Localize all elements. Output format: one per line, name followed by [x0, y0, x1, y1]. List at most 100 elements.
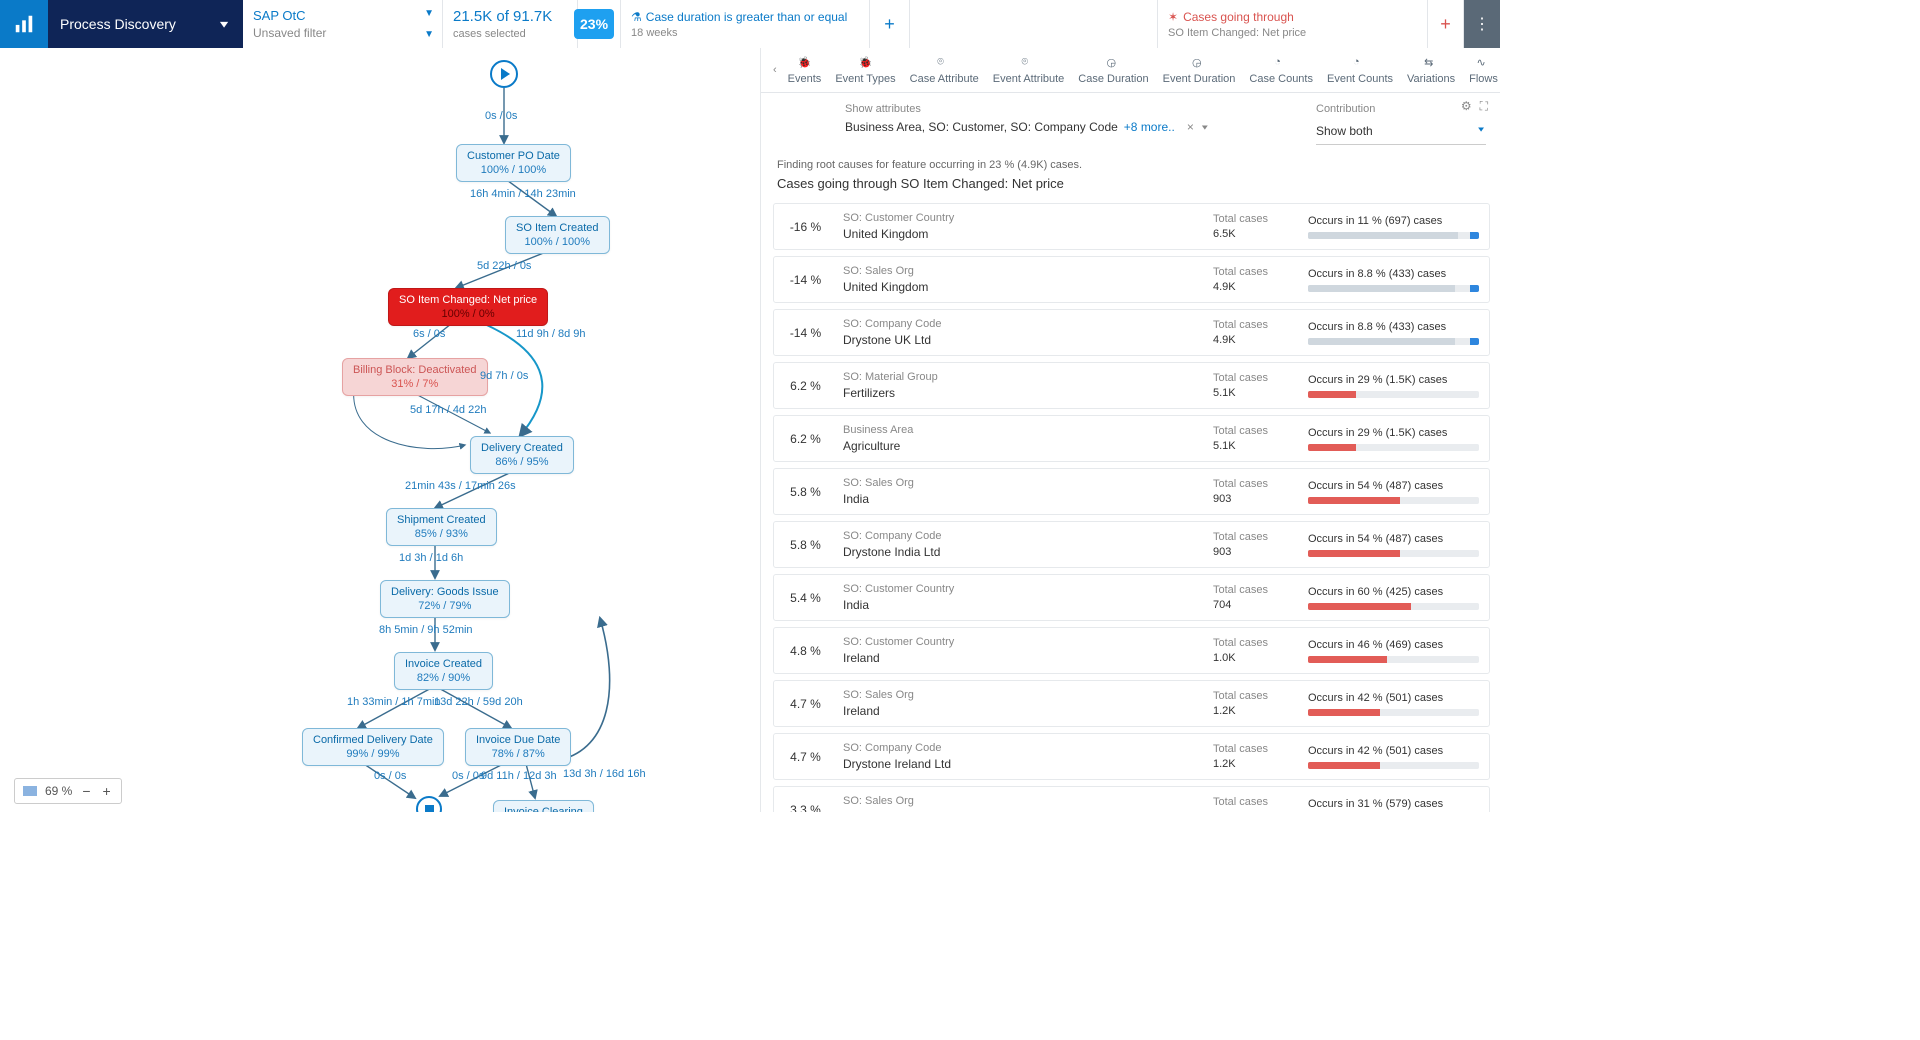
analysis-panel: ‹ 🐞Events 🐞Event Types ⌾Case Attribute ⌾…: [760, 48, 1500, 812]
rc-attr: SO: Sales Org: [843, 795, 1203, 807]
root-cause-row[interactable]: 4.7 %SO: Sales OrgIrelandTotal cases1.2K…: [773, 680, 1490, 727]
rc-pct: 6.2 %: [778, 432, 833, 446]
duration-icon: ◶: [1106, 56, 1120, 70]
node-shipment-created[interactable]: Shipment Created85% / 93%: [386, 508, 497, 546]
rc-occurrence: Occurs in 60 % (425) cases: [1308, 586, 1479, 598]
node-confirmed-delivery-date[interactable]: Confirmed Delivery Date99% / 99%: [302, 728, 444, 766]
tab-event-counts[interactable]: ◔Event Counts: [1320, 48, 1400, 92]
filter-icon: ⚗: [631, 10, 642, 24]
root-cause-row[interactable]: -14 %SO: Sales OrgUnited KingdomTotal ca…: [773, 256, 1490, 303]
panel-tabs: ‹ 🐞Events 🐞Event Types ⌾Case Attribute ⌾…: [761, 48, 1500, 93]
rc-attr: SO: Company Code: [843, 318, 1203, 330]
event-attr-icon: ⌾: [1022, 56, 1036, 70]
rc-feature-name: Cases going through SO Item Changed: Net…: [777, 176, 1484, 191]
node-delivery-created[interactable]: Delivery Created86% / 95%: [470, 436, 574, 474]
rc-pct: 4.8 %: [778, 644, 833, 658]
tab-event-attribute[interactable]: ⌾Event Attribute: [986, 48, 1072, 92]
root-cause-row[interactable]: 6.2 %SO: Material GroupFertilizersTotal …: [773, 362, 1490, 409]
variations-icon: ⇆: [1424, 56, 1438, 70]
root-causes-list[interactable]: -16 %SO: Customer CountryUnited KingdomT…: [761, 203, 1500, 812]
edge-label: 8h 5min / 9h 52min: [379, 624, 473, 636]
filter-chip-duration[interactable]: ⚗Case duration is greater than or equal …: [620, 0, 870, 48]
dataset-selector[interactable]: SAP OtC Unsaved filter ▼ ▼: [243, 0, 443, 48]
start-node[interactable]: [490, 60, 518, 88]
selection-chip[interactable]: ✶Cases going through SO Item Changed: Ne…: [1158, 0, 1428, 48]
root-cause-row[interactable]: -16 %SO: Customer CountryUnited KingdomT…: [773, 203, 1490, 250]
event-types-icon: 🐞: [858, 56, 872, 70]
edge-label: 0s / 0s: [452, 770, 484, 782]
node-invoice-due-date[interactable]: Invoice Due Date78% / 87%: [465, 728, 571, 766]
edge-label: 5d 17h / 4d 22h: [410, 404, 486, 416]
rc-total-value: 1.8K: [1213, 811, 1298, 812]
root-cause-row[interactable]: 3.3 %SO: Sales OrgItalyTotal cases1.8KOc…: [773, 786, 1490, 812]
tab-variations[interactable]: ⇆Variations: [1400, 48, 1462, 92]
edge-label: 5d 22h / 0s: [477, 260, 531, 272]
attr-label: Show attributes: [845, 103, 1276, 115]
rc-attr: SO: Company Code: [843, 530, 1203, 542]
rc-value: Italy: [843, 810, 1203, 812]
tab-events[interactable]: 🐞Events: [781, 48, 829, 92]
node-so-item-changed-net-price[interactable]: SO Item Changed: Net price100% / 0%: [388, 288, 548, 326]
rc-attr: SO: Material Group: [843, 371, 1203, 383]
add-selection-button[interactable]: +: [1428, 0, 1464, 48]
root-cause-row[interactable]: 5.8 %SO: Sales OrgIndiaTotal cases903Occ…: [773, 468, 1490, 515]
node-billing-block-deactivated[interactable]: Billing Block: Deactivated31% / 7%: [342, 358, 488, 396]
rc-occurrence: Occurs in 29 % (1.5K) cases: [1308, 374, 1479, 386]
tab-event-types[interactable]: 🐞Event Types: [828, 48, 902, 92]
chevron-down-icon: ▼: [424, 8, 434, 19]
process-canvas[interactable]: 0s / 0s Customer PO Date100% / 100% 16h …: [0, 48, 760, 812]
root-cause-row[interactable]: 4.8 %SO: Customer CountryIrelandTotal ca…: [773, 627, 1490, 674]
edge-label: 16h 4min / 14h 23min: [470, 188, 576, 200]
rc-occurrence: Occurs in 11 % (697) cases: [1308, 215, 1479, 227]
rc-bar: [1308, 232, 1479, 239]
root-cause-row[interactable]: 5.8 %SO: Company CodeDrystone India LtdT…: [773, 521, 1490, 568]
root-cause-row[interactable]: 6.2 %Business AreaAgricultureTotal cases…: [773, 415, 1490, 462]
expand-icon[interactable]: ⛶: [1480, 99, 1488, 114]
tab-flows[interactable]: ∿Flows: [1462, 48, 1500, 92]
node-customer-po[interactable]: Customer PO Date100% / 100%: [456, 144, 571, 182]
more-menu-button[interactable]: ⋮: [1464, 0, 1500, 48]
contrib-selector[interactable]: Show both ▼: [1316, 120, 1486, 145]
tab-event-duration[interactable]: ◶Event Duration: [1156, 48, 1243, 92]
rc-occurrence: Occurs in 8.8 % (433) cases: [1308, 321, 1479, 333]
tab-case-duration[interactable]: ◶Case Duration: [1071, 48, 1155, 92]
page-title-dropdown[interactable]: Process Discovery ▼: [48, 0, 243, 48]
rc-total-label: Total cases: [1213, 531, 1298, 543]
clear-attr-icon[interactable]: ×: [1187, 120, 1194, 134]
rc-value: Drystone UK Ltd: [843, 333, 1203, 347]
case-attr-icon: ⌾: [937, 56, 951, 70]
rc-value: Ireland: [843, 704, 1203, 718]
rc-value: Drystone Ireland Ltd: [843, 757, 1203, 771]
root-cause-row[interactable]: -14 %SO: Company CodeDrystone UK LtdTota…: [773, 309, 1490, 356]
brand-logo[interactable]: [0, 0, 48, 48]
node-invoice-created[interactable]: Invoice Created82% / 90%: [394, 652, 493, 690]
zoom-in-button[interactable]: +: [101, 783, 113, 799]
rc-attr: SO: Customer Country: [843, 636, 1203, 648]
zoom-control: 69 % − +: [14, 778, 122, 804]
root-cause-row[interactable]: 4.7 %SO: Company CodeDrystone Ireland Lt…: [773, 733, 1490, 780]
rc-occurrence: Occurs in 54 % (487) cases: [1308, 480, 1479, 492]
rc-total-label: Total cases: [1213, 372, 1298, 384]
page-title: Process Discovery: [60, 16, 176, 32]
zoom-out-button[interactable]: −: [80, 783, 92, 799]
rc-value: Ireland: [843, 651, 1203, 665]
rc-total-label: Total cases: [1213, 743, 1298, 755]
edge-label: 9d 11h / 12d 3h: [481, 770, 557, 782]
attr-selector[interactable]: Business Area, SO: Customer, SO: Company…: [845, 120, 1276, 134]
rc-value: United Kingdom: [843, 280, 1203, 294]
tab-case-counts[interactable]: ◔Case Counts: [1242, 48, 1320, 92]
rc-bar: [1308, 497, 1479, 504]
rc-occurrence: Occurs in 29 % (1.5K) cases: [1308, 427, 1479, 439]
edge-label: 1d 3h / 1d 6h: [399, 552, 463, 564]
rc-total-value: 5.1K: [1213, 387, 1298, 399]
settings-icon[interactable]: ⚙: [1461, 99, 1472, 114]
rc-attr: SO: Sales Org: [843, 265, 1203, 277]
rc-attr: SO: Company Code: [843, 742, 1203, 754]
node-invoice-clearing[interactable]: Invoice Clearing: [493, 800, 594, 812]
root-cause-row[interactable]: 5.4 %SO: Customer CountryIndiaTotal case…: [773, 574, 1490, 621]
node-delivery-goods-issue[interactable]: Delivery: Goods Issue72% / 79%: [380, 580, 510, 618]
tab-case-attribute[interactable]: ⌾Case Attribute: [903, 48, 986, 92]
tabs-scroll-left[interactable]: ‹: [769, 64, 781, 76]
node-so-item-created[interactable]: SO Item Created100% / 100%: [505, 216, 610, 254]
add-filter-button[interactable]: +: [870, 0, 910, 48]
